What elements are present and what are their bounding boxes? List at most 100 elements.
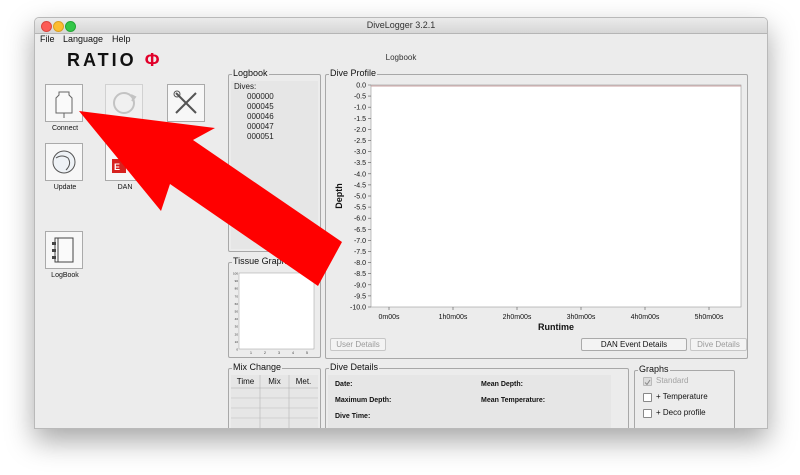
user-details-button[interactable]: User Details bbox=[330, 338, 386, 351]
y-tick-label: -10.0 bbox=[350, 305, 366, 312]
dan-button[interactable]: E bbox=[105, 143, 143, 181]
tissue-x-tick-label: 3 bbox=[278, 351, 280, 355]
temperature-label: + Temperature bbox=[656, 392, 708, 401]
window-title: DiveLogger 3.2.1 bbox=[366, 20, 436, 30]
dive-details-panel: Dive Details Date: Maximum Depth: Dive T… bbox=[325, 362, 629, 428]
ratio-logo: RATIO Φ bbox=[67, 50, 159, 71]
tissue-x-tick-label: 4 bbox=[292, 351, 294, 355]
graphs-title: Graphs bbox=[638, 364, 670, 374]
tissue-y-tick-label: 0 bbox=[236, 348, 238, 352]
logo-phi-symbol: Φ bbox=[144, 50, 160, 70]
x-axis-label: Runtime bbox=[538, 322, 574, 332]
y-tick-label: -3.0 bbox=[354, 149, 366, 156]
tissue-y-tick-label: 40 bbox=[235, 317, 239, 321]
tissue-y-tick-label: 20 bbox=[235, 332, 239, 336]
dive-list[interactable]: Dives: 000000 000045 000046 000047 00005… bbox=[231, 81, 318, 249]
logbook-button[interactable] bbox=[45, 231, 83, 269]
y-tick-label: -5.0 bbox=[354, 194, 366, 201]
dive-item[interactable]: 000000 bbox=[247, 92, 274, 101]
y-tick-label: -1.5 bbox=[354, 116, 366, 123]
y-tick-label: -8.0 bbox=[354, 260, 366, 267]
menu-file[interactable]: File bbox=[40, 34, 55, 44]
mean-depth-label: Mean Depth: bbox=[481, 381, 523, 388]
y-tick-label: -2.0 bbox=[354, 127, 366, 134]
tissue-x-tick-label: 2 bbox=[264, 351, 266, 355]
y-tick-label: -0.5 bbox=[354, 94, 366, 101]
dive-item[interactable]: 000046 bbox=[247, 112, 274, 121]
dive-details-title: Dive Details bbox=[329, 362, 380, 372]
y-tick-label: 0.0 bbox=[356, 83, 366, 90]
y-tick-label: -1.0 bbox=[354, 105, 366, 112]
tissue-chart: 10090807060504030201001 2 3 4 5 bbox=[233, 272, 315, 355]
globe-icon bbox=[52, 150, 76, 174]
dive-profile-chart: 0.0 -0.5 -1.0 -1.5 -2.0 -2.5 -3.0 -3.5 -4.0 -4.5 -… bbox=[334, 83, 742, 332]
plot-area bbox=[370, 84, 742, 308]
deco-profile-checkbox[interactable] bbox=[643, 409, 652, 418]
mix-change-table[interactable]: Time Mix Met. bbox=[231, 375, 318, 428]
x-tick-label: 2h0m00s bbox=[503, 314, 532, 321]
tissue-y-tick-label: 10 bbox=[235, 340, 239, 344]
book-icon bbox=[52, 237, 74, 263]
mean-temperature-label: Mean Temperature: bbox=[481, 397, 546, 404]
temperature-checkbox[interactable] bbox=[643, 393, 652, 402]
tissue-x-tick-label: 1 bbox=[250, 351, 252, 355]
y-axis-label: Depth bbox=[334, 183, 344, 209]
dan-label: DAN bbox=[117, 184, 133, 191]
logbook-panel: Logbook Dives: 000000 000045 000046 0000… bbox=[228, 68, 321, 252]
dive-details-button[interactable]: Dive Details bbox=[690, 338, 747, 351]
graphs-panel: Graphs Standard + Temperature + Deco pro… bbox=[634, 364, 735, 428]
y-tick-label: -5.5 bbox=[354, 205, 366, 212]
tissue-y-tick-label: 60 bbox=[235, 302, 239, 306]
x-tick-label: 4h0m00s bbox=[631, 314, 660, 321]
dive-details-body: Date: Maximum Depth: Dive Time: Mean Dep… bbox=[328, 375, 611, 428]
deco-profile-label: + Deco profile bbox=[656, 408, 706, 417]
mix-change-grid bbox=[231, 375, 318, 428]
connect-label: Connect bbox=[51, 125, 79, 132]
mix-change-panel: Mix Change Time Mix Met. bbox=[228, 362, 321, 428]
dive-item[interactable]: 000045 bbox=[247, 102, 274, 111]
menu-bar: File Language Help bbox=[35, 34, 767, 45]
y-tick-label: -4.0 bbox=[354, 171, 366, 178]
mix-change-title: Mix Change bbox=[232, 362, 283, 372]
standard-label: Standard bbox=[656, 376, 689, 385]
dive-profile-panel: Dive Profile 0.0 -0.5 -1.0 -1.5 -2.0 -2.5 -3.0… bbox=[325, 68, 748, 359]
menu-help[interactable]: Help bbox=[112, 34, 131, 44]
dive-time-label: Dive Time: bbox=[335, 413, 371, 420]
dan-event-details-button[interactable]: DAN Event Details bbox=[581, 338, 687, 351]
update-button[interactable] bbox=[45, 143, 83, 181]
x-tick-label: 5h0m00s bbox=[695, 314, 724, 321]
setup-button[interactable] bbox=[167, 84, 205, 122]
date-label: Date: bbox=[335, 381, 353, 388]
y-tick-label: -3.5 bbox=[354, 160, 366, 167]
sync-button[interactable] bbox=[105, 84, 143, 122]
tissue-y-tick-label: 100 bbox=[233, 272, 238, 276]
setup-label: Setup bbox=[177, 125, 197, 132]
dive-item[interactable]: 000051 bbox=[247, 132, 274, 141]
sync-icon bbox=[113, 92, 137, 114]
dives-label: Dives: bbox=[234, 82, 257, 91]
x-tick-label: 1h0m00s bbox=[439, 314, 468, 321]
tissue-y-tick-label: 50 bbox=[235, 310, 239, 314]
check-icon bbox=[644, 379, 651, 386]
tissue-graph-panel: Tissue Graph 100 90 80 70 60 50 40 30 20 10 0 1 2 3 4 5 bbox=[228, 256, 321, 358]
y-tick-label: -7.0 bbox=[354, 238, 366, 245]
menu-language[interactable]: Language bbox=[63, 34, 103, 44]
standard-checkbox[interactable] bbox=[643, 377, 652, 386]
y-tick-label: -2.5 bbox=[354, 138, 366, 145]
y-tick-label: -8.5 bbox=[354, 271, 366, 278]
tissue-y-tick-label: 70 bbox=[235, 294, 239, 298]
logbook-label: LogBook bbox=[51, 272, 79, 279]
y-tick-label: -9.5 bbox=[354, 293, 366, 300]
y-tick-label: -9.0 bbox=[354, 282, 366, 289]
connect-button[interactable] bbox=[45, 84, 83, 122]
tissue-y-tick-label: 30 bbox=[235, 325, 239, 329]
device-icon bbox=[55, 91, 73, 118]
dan-icon: E bbox=[112, 159, 126, 173]
y-tick-label: -6.0 bbox=[354, 216, 366, 223]
max-depth-label: Maximum Depth: bbox=[335, 397, 392, 404]
dive-item[interactable]: 000047 bbox=[247, 122, 274, 131]
logo-text: RATIO bbox=[67, 50, 137, 70]
update-label: Update bbox=[53, 184, 77, 191]
tissue-y-tick-label: 80 bbox=[235, 287, 239, 291]
logbook-panel-title: Logbook bbox=[232, 68, 269, 78]
